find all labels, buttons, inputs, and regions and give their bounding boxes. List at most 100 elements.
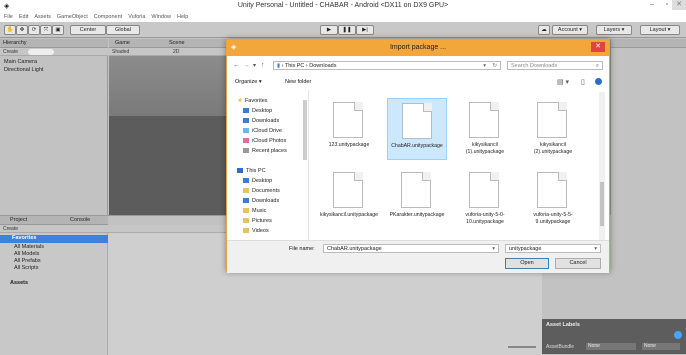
address-dropdown-icon[interactable]: ▾ bbox=[483, 63, 486, 69]
minimize-icon[interactable]: – bbox=[650, 1, 654, 8]
dialog-title: Import package ... bbox=[389, 44, 447, 51]
forward-icon[interactable]: → bbox=[243, 62, 250, 69]
favorite-all-scripts[interactable]: All Scripts bbox=[14, 265, 38, 271]
file-item[interactable]: kikysikancil (1).unitypackage bbox=[455, 98, 515, 160]
account-dropdown[interactable]: Account ▾ bbox=[552, 25, 588, 35]
tab-console[interactable]: Console bbox=[70, 217, 90, 223]
file-icon bbox=[537, 172, 567, 208]
file-list-scrollbar[interactable] bbox=[599, 92, 605, 240]
scale-tool-icon[interactable]: ⤧ bbox=[40, 25, 52, 35]
file-type-dropdown-icon: ▾ bbox=[594, 246, 597, 252]
file-item[interactable]: kikysikancil (2).unitypackage bbox=[523, 98, 583, 160]
back-icon[interactable]: ← bbox=[233, 62, 240, 69]
favorite-all-models[interactable]: All Models bbox=[14, 251, 39, 257]
menu-vuforia[interactable]: Vuforia bbox=[128, 14, 145, 20]
nav-pc-downloads[interactable]: Downloads bbox=[243, 198, 279, 204]
refresh-icon[interactable]: ↻ bbox=[492, 63, 497, 69]
scene-toolbar: Shaded 2D bbox=[109, 48, 229, 56]
nav-this-pc[interactable]: This PC bbox=[237, 168, 266, 174]
asset-variant-dropdown[interactable]: None bbox=[642, 343, 680, 350]
shading-mode-dropdown[interactable]: Shaded bbox=[112, 49, 129, 55]
search-input[interactable]: Search Downloads ⌕ bbox=[507, 61, 603, 70]
help-icon[interactable] bbox=[595, 78, 602, 85]
nav-recent-places[interactable]: Recent places bbox=[243, 148, 287, 154]
maximize-icon[interactable]: ▫ bbox=[666, 1, 668, 8]
favorites-header[interactable]: Favorites bbox=[0, 235, 108, 243]
favorite-all-prefabs[interactable]: All Prefabs bbox=[14, 258, 41, 264]
nav-icloud-drive[interactable]: iCloud Drive bbox=[243, 128, 282, 134]
hierarchy-search-input[interactable] bbox=[28, 49, 54, 55]
nav-icloud-photos[interactable]: iCloud Photos bbox=[243, 138, 286, 144]
pause-button[interactable]: ❚❚ bbox=[338, 25, 356, 35]
tab-scene[interactable]: Scene bbox=[169, 40, 185, 46]
dialog-close-button[interactable]: ✕ bbox=[591, 42, 605, 52]
hierarchy-item-directional-light[interactable]: Directional Light bbox=[4, 67, 43, 73]
rotate-tool-icon[interactable]: ⟳ bbox=[28, 25, 40, 35]
nav-scrollbar[interactable] bbox=[303, 100, 307, 160]
nav-downloads[interactable]: Downloads bbox=[243, 118, 279, 124]
rect-tool-icon[interactable]: ▣ bbox=[52, 25, 64, 35]
open-button[interactable]: Open bbox=[505, 258, 549, 269]
project-create-button[interactable]: Create bbox=[3, 226, 18, 232]
hand-tool-icon[interactable]: ✋ bbox=[4, 25, 16, 35]
layout-dropdown[interactable]: Layout ▾ bbox=[640, 25, 680, 35]
menu-file[interactable]: File bbox=[4, 14, 13, 20]
nav-videos[interactable]: Videos bbox=[243, 228, 269, 234]
close-window-icon[interactable]: ✕ bbox=[672, 0, 686, 10]
favorite-all-materials[interactable]: All Materials bbox=[14, 244, 44, 250]
preview-pane-icon[interactable]: ▯ bbox=[581, 78, 585, 86]
file-item[interactable]: PKarakter.unitypackage bbox=[387, 168, 447, 230]
hierarchy-tab[interactable]: Hierarchy bbox=[0, 39, 108, 48]
nav-music[interactable]: Music bbox=[243, 208, 266, 214]
step-button[interactable]: ▶| bbox=[356, 25, 374, 35]
recent-locations-icon[interactable]: ▾ bbox=[253, 62, 256, 69]
file-name-dropdown-icon[interactable]: ▾ bbox=[492, 246, 495, 252]
2d-toggle[interactable]: 2D bbox=[173, 49, 179, 55]
new-folder-button[interactable]: New folder bbox=[285, 79, 311, 85]
play-button[interactable]: ▶ bbox=[320, 25, 338, 35]
file-item-selected[interactable]: ChabAR.unitypackage bbox=[387, 98, 447, 160]
menu-gameobject[interactable]: GameObject bbox=[57, 14, 88, 20]
breadcrumb-this-pc[interactable]: This PC bbox=[285, 63, 305, 69]
assets-folder[interactable]: Assets bbox=[10, 280, 28, 286]
scene-sky bbox=[109, 56, 229, 116]
title-bar: ◈ Unity Personal - Untitled - CHABAR - A… bbox=[0, 0, 686, 11]
layers-dropdown[interactable]: Layers ▾ bbox=[596, 25, 632, 35]
up-icon[interactable]: ↑ bbox=[261, 62, 265, 69]
view-options-icon[interactable]: ▤ ▾ bbox=[557, 78, 569, 86]
scrollbar-thumb[interactable] bbox=[600, 182, 604, 226]
pivot-center-button[interactable]: Center bbox=[70, 25, 106, 35]
global-button[interactable]: Global bbox=[106, 25, 140, 35]
asset-bundle-dropdown[interactable]: None bbox=[586, 343, 636, 350]
address-bar[interactable]: ▮ › This PC › Downloads ▾ ↻ bbox=[273, 61, 501, 70]
hierarchy-create-button[interactable]: Create bbox=[3, 49, 18, 55]
menu-assets[interactable]: Assets bbox=[34, 14, 51, 20]
nav-pc-desktop[interactable]: Desktop bbox=[243, 178, 272, 184]
nav-favorites[interactable]: ★ Favorites bbox=[237, 98, 268, 104]
breadcrumb-downloads[interactable]: Downloads bbox=[309, 63, 336, 69]
file-item[interactable]: kikysikancil.unitypackage bbox=[319, 168, 379, 230]
nav-pictures[interactable]: Pictures bbox=[243, 218, 272, 224]
zoom-slider[interactable] bbox=[508, 346, 536, 348]
move-tool-icon[interactable]: ✥ bbox=[16, 25, 28, 35]
tab-game[interactable]: Game bbox=[115, 40, 130, 46]
organize-menu[interactable]: Organize ▾ bbox=[235, 79, 262, 85]
hierarchy-item-main-camera[interactable]: Main Camera bbox=[4, 59, 37, 65]
scene-view[interactable]: Game Scene Shaded 2D bbox=[109, 39, 229, 215]
cloud-icon[interactable]: ☁ bbox=[538, 25, 550, 35]
menu-help[interactable]: Help bbox=[177, 14, 188, 20]
label-icon[interactable] bbox=[674, 331, 682, 339]
menu-component[interactable]: Component bbox=[94, 14, 122, 20]
cancel-button[interactable]: Cancel bbox=[555, 258, 601, 269]
menu-edit[interactable]: Edit bbox=[19, 14, 28, 20]
file-item[interactable]: vuforia-unity-5-5-9.unitypackage bbox=[523, 168, 583, 230]
tab-project[interactable]: Project bbox=[10, 217, 27, 223]
file-item[interactable]: 123.unitypackage bbox=[319, 98, 379, 160]
menu-window[interactable]: Window bbox=[151, 14, 171, 20]
file-type-select[interactable]: unitypackage ▾ bbox=[505, 244, 601, 253]
search-icon: ⌕ bbox=[595, 63, 599, 69]
nav-desktop[interactable]: Desktop bbox=[243, 108, 272, 114]
file-name-input[interactable]: ChabAR.unitypackage ▾ bbox=[323, 244, 499, 253]
file-item[interactable]: vuforia-unity-5-0-10.unitypackage bbox=[455, 168, 515, 230]
nav-documents[interactable]: Documents bbox=[243, 188, 280, 194]
